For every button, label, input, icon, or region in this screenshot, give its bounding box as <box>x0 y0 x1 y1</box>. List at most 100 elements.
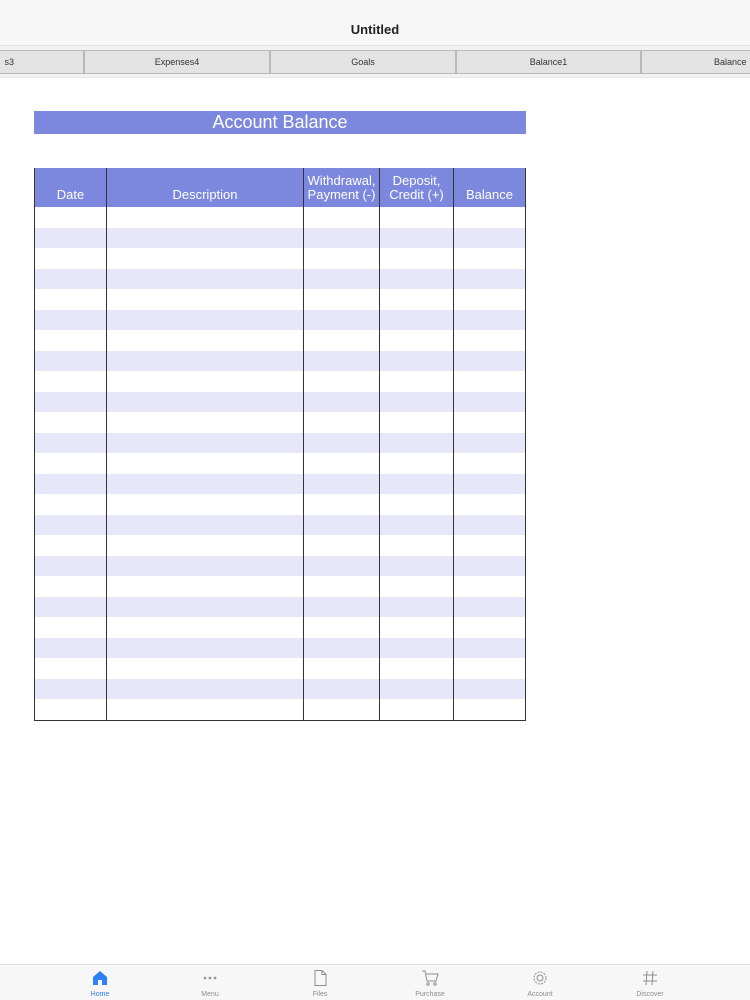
cell-withdrawal[interactable] <box>304 514 380 535</box>
cell-date[interactable] <box>35 309 107 330</box>
cell-deposit[interactable] <box>380 699 454 720</box>
tab-goals[interactable]: Goals <box>270 50 456 74</box>
cell-balance[interactable] <box>454 494 525 515</box>
nav-home[interactable]: Home <box>45 965 155 1000</box>
cell-description[interactable] <box>107 637 304 658</box>
cell-date[interactable] <box>35 248 107 269</box>
cell-balance[interactable] <box>454 392 525 413</box>
cell-deposit[interactable] <box>380 678 454 699</box>
cell-description[interactable] <box>107 658 304 679</box>
cell-deposit[interactable] <box>380 637 454 658</box>
cell-balance[interactable] <box>454 658 525 679</box>
cell-withdrawal[interactable] <box>304 555 380 576</box>
cell-balance[interactable] <box>454 535 525 556</box>
cell-withdrawal[interactable] <box>304 453 380 474</box>
cell-balance[interactable] <box>454 412 525 433</box>
cell-balance[interactable] <box>454 207 525 228</box>
cell-withdrawal[interactable] <box>304 330 380 351</box>
cell-deposit[interactable] <box>380 371 454 392</box>
cell-deposit[interactable] <box>380 576 454 597</box>
cell-date[interactable] <box>35 473 107 494</box>
cell-deposit[interactable] <box>380 309 454 330</box>
cell-deposit[interactable] <box>380 596 454 617</box>
cell-deposit[interactable] <box>380 473 454 494</box>
nav-account[interactable]: Account <box>485 965 595 1000</box>
cell-withdrawal[interactable] <box>304 576 380 597</box>
cell-withdrawal[interactable] <box>304 535 380 556</box>
cell-description[interactable] <box>107 678 304 699</box>
cell-balance[interactable] <box>454 433 525 454</box>
cell-description[interactable] <box>107 248 304 269</box>
cell-balance[interactable] <box>454 351 525 372</box>
cell-balance[interactable] <box>454 453 525 474</box>
cell-withdrawal[interactable] <box>304 596 380 617</box>
cell-description[interactable] <box>107 453 304 474</box>
cell-withdrawal[interactable] <box>304 371 380 392</box>
cell-date[interactable] <box>35 391 107 412</box>
cell-date[interactable] <box>35 617 107 638</box>
cell-description[interactable] <box>107 371 304 392</box>
cell-deposit[interactable] <box>380 617 454 638</box>
cell-withdrawal[interactable] <box>304 248 380 269</box>
cell-balance[interactable] <box>454 597 525 618</box>
cell-deposit[interactable] <box>380 494 454 515</box>
cell-date[interactable] <box>35 658 107 679</box>
cell-withdrawal[interactable] <box>304 309 380 330</box>
cell-date[interactable] <box>35 227 107 248</box>
column-header-deposit[interactable]: Deposit, Credit (+) <box>380 168 454 207</box>
cell-date[interactable] <box>35 494 107 515</box>
cell-date[interactable] <box>35 514 107 535</box>
cell-deposit[interactable] <box>380 227 454 248</box>
nav-files[interactable]: Files <box>265 965 375 1000</box>
cell-balance[interactable] <box>454 289 525 310</box>
cell-deposit[interactable] <box>380 330 454 351</box>
cell-deposit[interactable] <box>380 658 454 679</box>
cell-date[interactable] <box>35 207 107 228</box>
cell-date[interactable] <box>35 576 107 597</box>
cell-description[interactable] <box>107 330 304 351</box>
tab-expenses4[interactable]: Expenses4 <box>84 50 270 74</box>
cell-deposit[interactable] <box>380 514 454 535</box>
cell-description[interactable] <box>107 432 304 453</box>
cell-deposit[interactable] <box>380 535 454 556</box>
column-header-date[interactable]: Date <box>35 168 107 207</box>
cell-deposit[interactable] <box>380 555 454 576</box>
cell-balance[interactable] <box>454 556 525 577</box>
cell-date[interactable] <box>35 596 107 617</box>
cell-balance[interactable] <box>454 310 525 331</box>
cell-description[interactable] <box>107 514 304 535</box>
cell-balance[interactable] <box>454 679 525 700</box>
cell-withdrawal[interactable] <box>304 289 380 310</box>
cell-balance[interactable] <box>454 248 525 269</box>
cell-description[interactable] <box>107 596 304 617</box>
cell-withdrawal[interactable] <box>304 207 380 228</box>
cell-date[interactable] <box>35 678 107 699</box>
tab-balance1[interactable]: Balance1 <box>456 50 641 74</box>
cell-deposit[interactable] <box>380 412 454 433</box>
cell-date[interactable] <box>35 535 107 556</box>
cell-date[interactable] <box>35 350 107 371</box>
cell-withdrawal[interactable] <box>304 473 380 494</box>
tab-s3[interactable]: s3 <box>0 50 84 74</box>
cell-description[interactable] <box>107 473 304 494</box>
cell-date[interactable] <box>35 453 107 474</box>
cell-date[interactable] <box>35 555 107 576</box>
cell-deposit[interactable] <box>380 248 454 269</box>
cell-date[interactable] <box>35 637 107 658</box>
cell-balance[interactable] <box>454 515 525 536</box>
column-header-withdrawal[interactable]: Withdrawal, Payment (-) <box>304 168 380 207</box>
cell-description[interactable] <box>107 617 304 638</box>
cell-balance[interactable] <box>454 474 525 495</box>
cell-description[interactable] <box>107 699 304 720</box>
cell-balance[interactable] <box>454 576 525 597</box>
cell-withdrawal[interactable] <box>304 432 380 453</box>
tab-balance[interactable]: Balance <box>641 50 750 74</box>
cell-deposit[interactable] <box>380 289 454 310</box>
column-header-balance[interactable]: Balance <box>454 168 525 207</box>
cell-balance[interactable] <box>454 617 525 638</box>
cell-withdrawal[interactable] <box>304 658 380 679</box>
cell-deposit[interactable] <box>380 453 454 474</box>
cell-description[interactable] <box>107 289 304 310</box>
cell-description[interactable] <box>107 350 304 371</box>
cell-balance[interactable] <box>454 371 525 392</box>
